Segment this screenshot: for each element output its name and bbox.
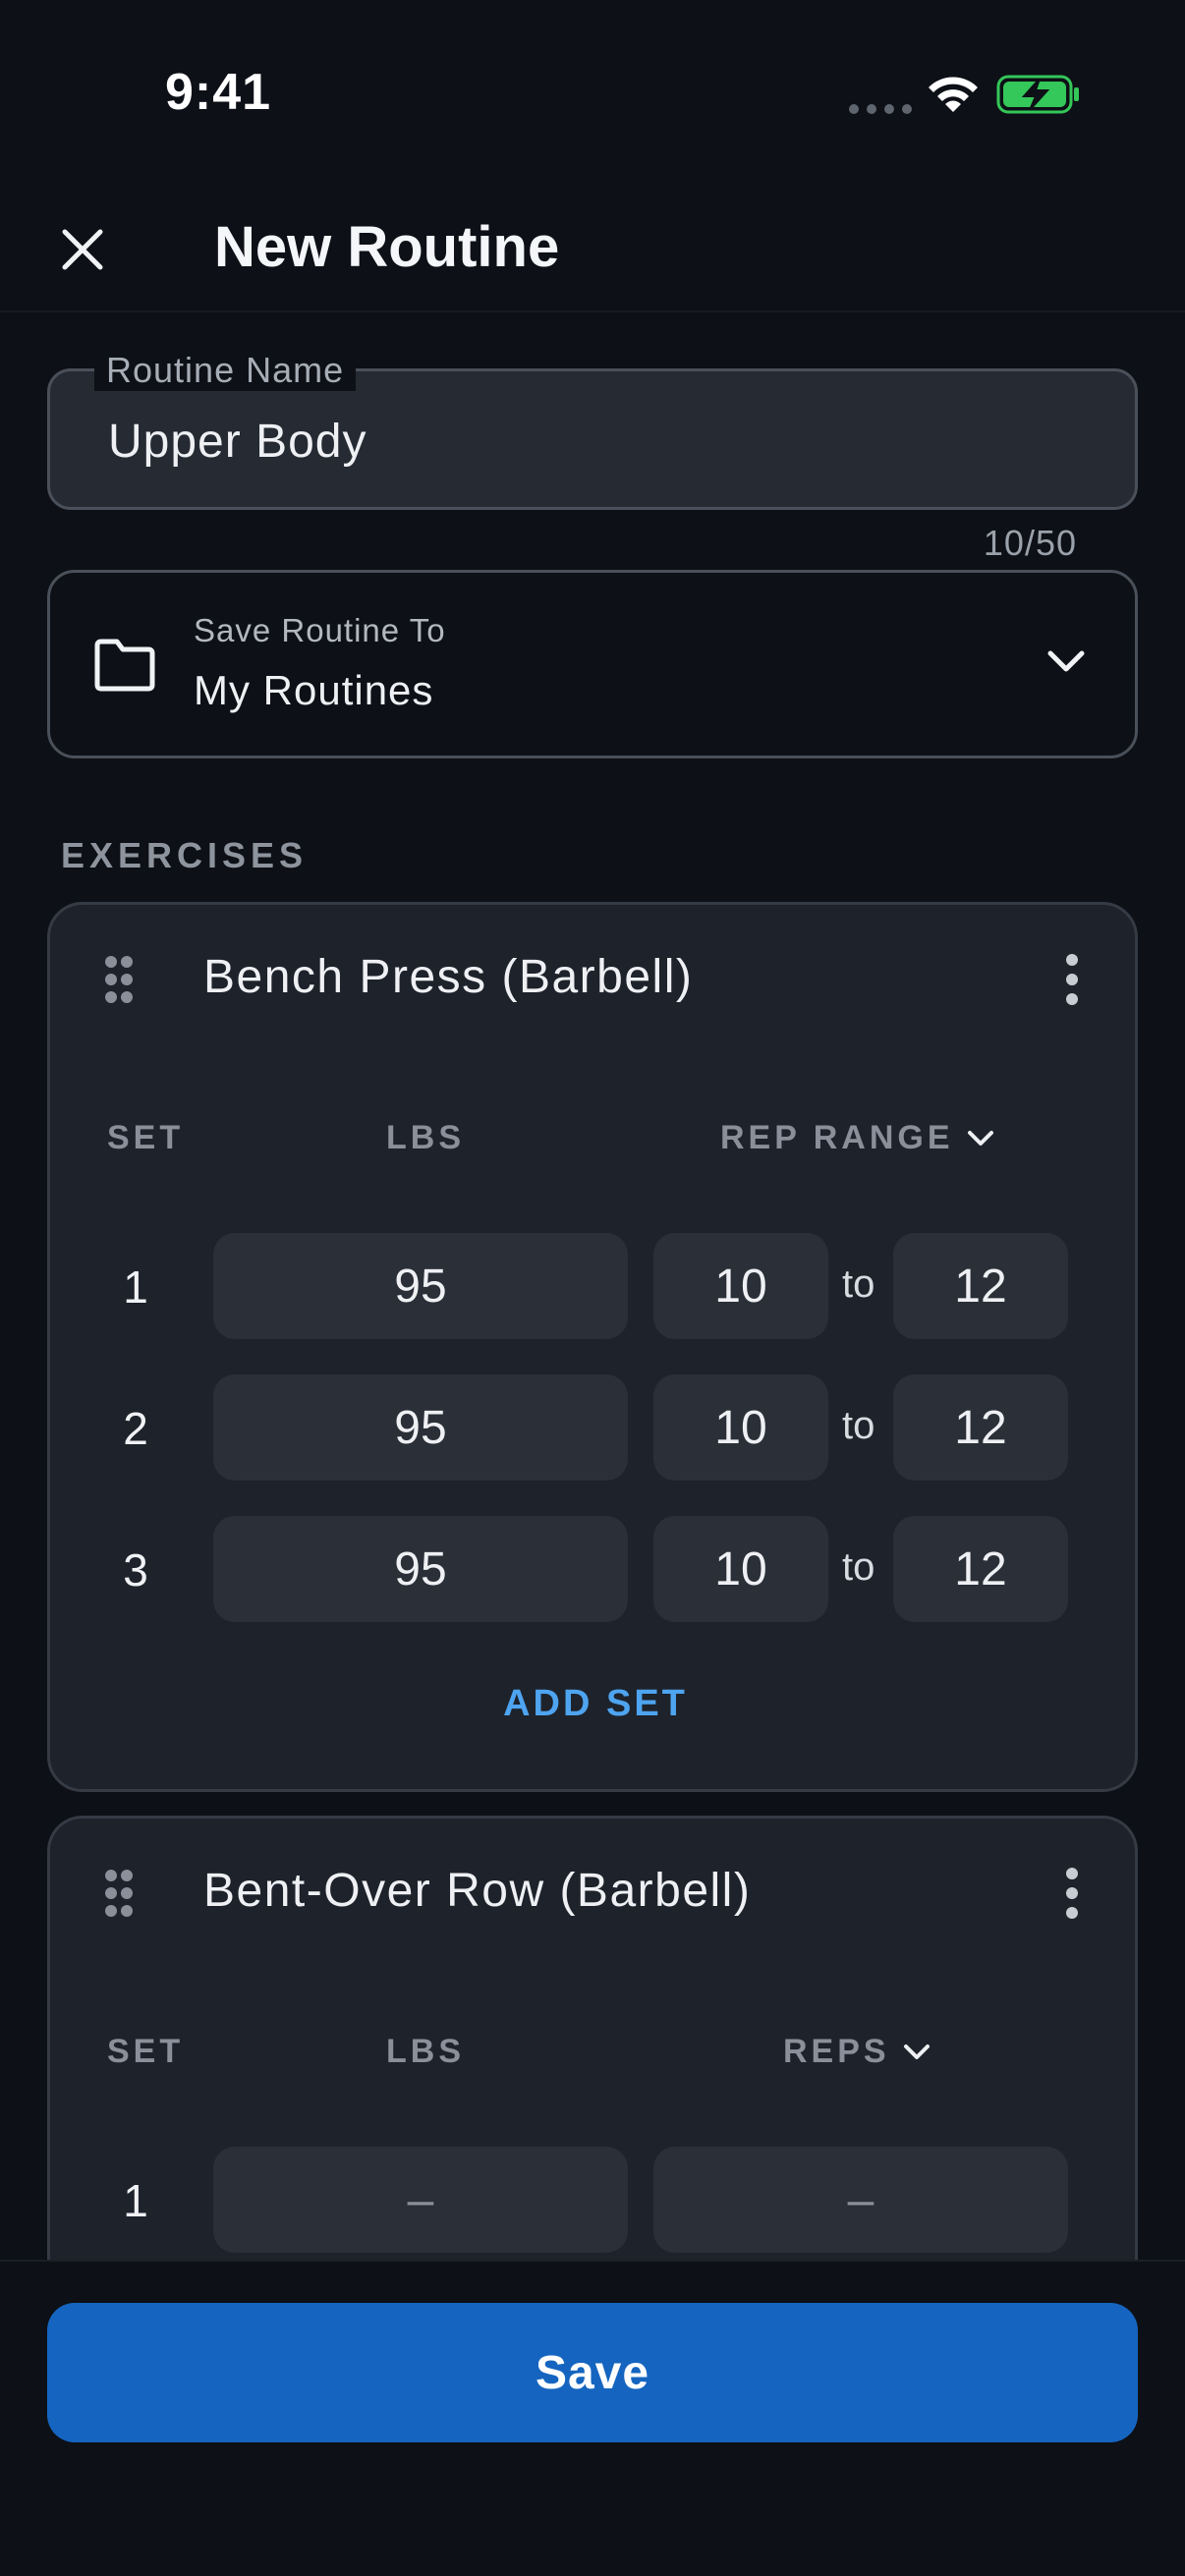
more-options-icon[interactable] [1062, 954, 1082, 1005]
set-column-header: SET [107, 1119, 185, 1156]
weight-input[interactable]: – [213, 2147, 628, 2253]
rep-range-label: REP RANGE [720, 1119, 954, 1156]
weight-input[interactable]: 95 [213, 1516, 628, 1622]
add-set-button[interactable]: ADD SET [50, 1683, 1135, 1725]
save-routine-to-dropdown[interactable]: Save Routine To My Routines [47, 570, 1138, 758]
close-icon [62, 229, 103, 270]
folder-icon [94, 639, 155, 692]
rep-min-input[interactable]: 10 [653, 1516, 828, 1622]
rep-range-to-label: to [842, 1545, 875, 1589]
set-number: 1 [123, 1261, 148, 1313]
rep-range-selector[interactable]: REP RANGE [720, 1119, 995, 1157]
set-row: 3 95 10 to 12 [50, 1516, 1135, 1622]
close-button[interactable] [51, 218, 114, 281]
drag-handle-icon[interactable] [103, 954, 135, 1005]
reps-label: REPS [783, 2033, 890, 2070]
exercises-section-label: EXERCISES [61, 835, 309, 875]
drag-handle-icon[interactable] [103, 1868, 135, 1919]
chevron-down-icon [1047, 650, 1085, 672]
rep-min-input[interactable]: 10 [653, 1374, 828, 1481]
set-row: 1 – – [50, 2147, 1135, 2253]
rep-min-input[interactable]: 10 [653, 1233, 828, 1339]
character-counter: 10/50 [983, 523, 1077, 563]
set-row: 2 95 10 to 12 [50, 1374, 1135, 1481]
set-number: 3 [123, 1544, 148, 1596]
rep-max-input[interactable]: 12 [893, 1233, 1068, 1339]
top-app-bar: New Routine [0, 196, 1185, 312]
bottom-action-bar: Save [0, 2260, 1185, 2576]
weight-input[interactable]: 95 [213, 1374, 628, 1481]
routine-name-label: Routine Name [94, 350, 357, 391]
reps-input[interactable]: – [653, 2147, 1068, 2253]
cellular-signal-icon [849, 104, 912, 114]
rep-range-to-label: to [842, 1404, 875, 1447]
chevron-down-icon [967, 1130, 993, 1146]
exercise-card: Bench Press (Barbell) SET LBS REP RANGE … [47, 902, 1138, 1792]
lbs-column-header: LBS [386, 2033, 465, 2070]
set-row: 1 95 10 to 12 [50, 1233, 1135, 1339]
set-number: 2 [123, 1403, 148, 1454]
save-routine-to-label: Save Routine To [194, 612, 446, 648]
rep-max-input[interactable]: 12 [893, 1516, 1068, 1622]
status-time: 9:41 [165, 64, 272, 121]
save-button[interactable]: Save [47, 2303, 1138, 2442]
rep-max-input[interactable]: 12 [893, 1374, 1068, 1481]
save-routine-to-value: My Routines [194, 667, 434, 713]
wifi-icon [929, 77, 978, 112]
exercise-name[interactable]: Bent-Over Row (Barbell) [203, 1864, 751, 1918]
more-options-icon[interactable] [1062, 1868, 1082, 1919]
routine-name-input[interactable]: Upper Body [108, 415, 367, 469]
lbs-column-header: LBS [386, 1119, 465, 1156]
weight-input[interactable]: 95 [213, 1233, 628, 1339]
status-bar: 9:41 [0, 0, 1185, 196]
exercise-name[interactable]: Bench Press (Barbell) [203, 950, 693, 1004]
chevron-down-icon [903, 2044, 930, 2059]
set-column-header: SET [107, 2033, 185, 2070]
set-number: 1 [123, 2175, 148, 2226]
rep-range-to-label: to [842, 1262, 875, 1306]
reps-selector[interactable]: REPS [783, 2033, 931, 2071]
new-routine-screen: 9:41 New Routine Routine Name Upper Body… [0, 0, 1185, 2576]
battery-charging-icon [996, 75, 1079, 114]
page-title: New Routine [214, 215, 560, 279]
